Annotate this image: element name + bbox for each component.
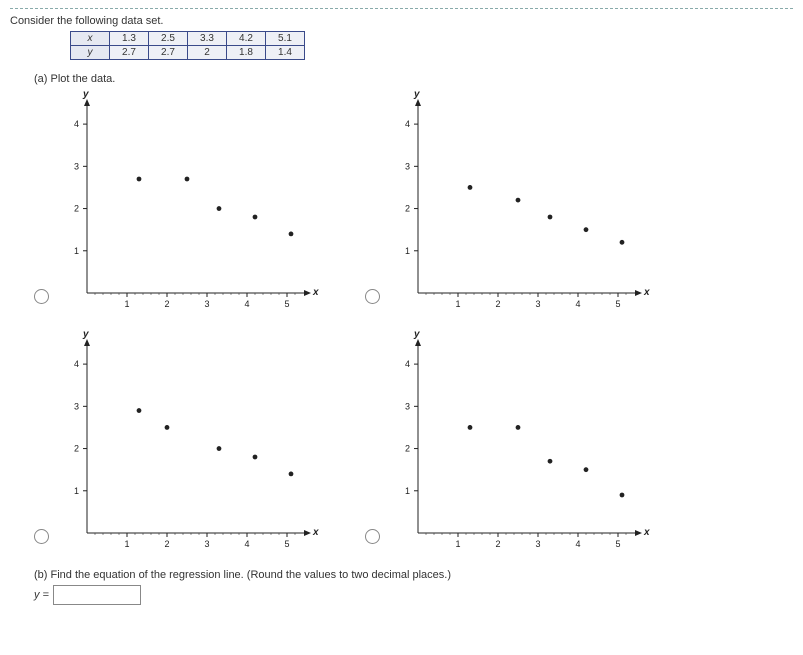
svg-text:4: 4 [74, 119, 79, 129]
x-axis-label: x [644, 287, 650, 298]
svg-text:2: 2 [74, 444, 79, 454]
x-axis-label: x [313, 287, 319, 298]
radio-icon[interactable] [365, 529, 380, 544]
svg-text:2: 2 [495, 539, 500, 549]
svg-text:1: 1 [124, 539, 129, 549]
plot-option-d[interactable]: 1 2 3 4 5 1 2 3 4 y x [365, 329, 656, 559]
y-cell: 2.7 [149, 46, 188, 60]
x-axis-label: x [313, 527, 319, 538]
regression-answer-input[interactable] [53, 585, 141, 605]
svg-text:1: 1 [74, 246, 79, 256]
x-cell: 3.3 [188, 32, 227, 46]
svg-text:2: 2 [405, 204, 410, 214]
y-axis-label: y [83, 329, 89, 340]
svg-text:4: 4 [244, 539, 249, 549]
scatter-chart: 1 2 3 4 5 1 2 3 4 y x [386, 89, 656, 319]
svg-text:4: 4 [244, 299, 249, 309]
y-equals-label: y = [34, 589, 49, 601]
x-cell: 1.3 [110, 32, 149, 46]
y-axis-label: y [414, 329, 420, 340]
x-cell: 4.2 [227, 32, 266, 46]
x-axis-label: x [644, 527, 650, 538]
svg-text:3: 3 [535, 539, 540, 549]
svg-text:1: 1 [455, 299, 460, 309]
svg-text:2: 2 [405, 444, 410, 454]
radio-icon[interactable] [365, 289, 380, 304]
svg-text:3: 3 [405, 161, 410, 171]
svg-text:3: 3 [535, 299, 540, 309]
svg-text:4: 4 [405, 119, 410, 129]
y-cell: 2.7 [110, 46, 149, 60]
scatter-chart: 1 2 3 4 5 1 2 3 4 y x [55, 329, 325, 559]
x-header: x [71, 32, 110, 46]
y-cell: 1.4 [266, 46, 305, 60]
svg-text:3: 3 [204, 299, 209, 309]
svg-text:1: 1 [405, 486, 410, 496]
plot-option-a[interactable]: 1 2 3 4 5 1 2 3 4 y x [34, 89, 325, 319]
svg-text:2: 2 [164, 539, 169, 549]
x-cell: 2.5 [149, 32, 188, 46]
svg-text:4: 4 [575, 299, 580, 309]
svg-text:2: 2 [74, 204, 79, 214]
y-header: y [71, 46, 110, 60]
svg-text:1: 1 [405, 246, 410, 256]
intro-text: Consider the following data set. [10, 15, 793, 27]
scatter-chart: 1 2 3 4 5 1 2 3 4 y x [55, 89, 325, 319]
radio-icon[interactable] [34, 289, 49, 304]
svg-text:1: 1 [455, 539, 460, 549]
y-cell: 1.8 [227, 46, 266, 60]
svg-text:2: 2 [164, 299, 169, 309]
svg-text:4: 4 [74, 359, 79, 369]
plot-option-c[interactable]: 1 2 3 4 5 1 2 3 4 y x [34, 329, 325, 559]
y-cell: 2 [188, 46, 227, 60]
svg-text:4: 4 [405, 359, 410, 369]
svg-text:3: 3 [74, 161, 79, 171]
svg-text:5: 5 [284, 539, 289, 549]
y-axis-label: y [83, 89, 89, 100]
plot-option-b[interactable]: 1 2 3 4 5 1 2 3 4 y x [365, 89, 656, 319]
scatter-chart: 1 2 3 4 5 1 2 3 4 y x [386, 329, 656, 559]
y-axis-label: y [414, 89, 420, 100]
x-cell: 5.1 [266, 32, 305, 46]
svg-text:4: 4 [575, 539, 580, 549]
part-b-label: (b) Find the equation of the regression … [34, 569, 793, 581]
svg-text:3: 3 [405, 401, 410, 411]
svg-text:3: 3 [74, 401, 79, 411]
svg-text:2: 2 [495, 299, 500, 309]
data-table: x 1.3 2.5 3.3 4.2 5.1 y 2.7 2.7 2 1.8 1.… [70, 31, 305, 60]
svg-text:1: 1 [124, 299, 129, 309]
svg-text:5: 5 [615, 539, 620, 549]
part-a-label: (a) Plot the data. [34, 73, 793, 85]
svg-text:5: 5 [615, 299, 620, 309]
svg-text:3: 3 [204, 539, 209, 549]
svg-text:1: 1 [74, 486, 79, 496]
radio-icon[interactable] [34, 529, 49, 544]
svg-text:5: 5 [284, 299, 289, 309]
